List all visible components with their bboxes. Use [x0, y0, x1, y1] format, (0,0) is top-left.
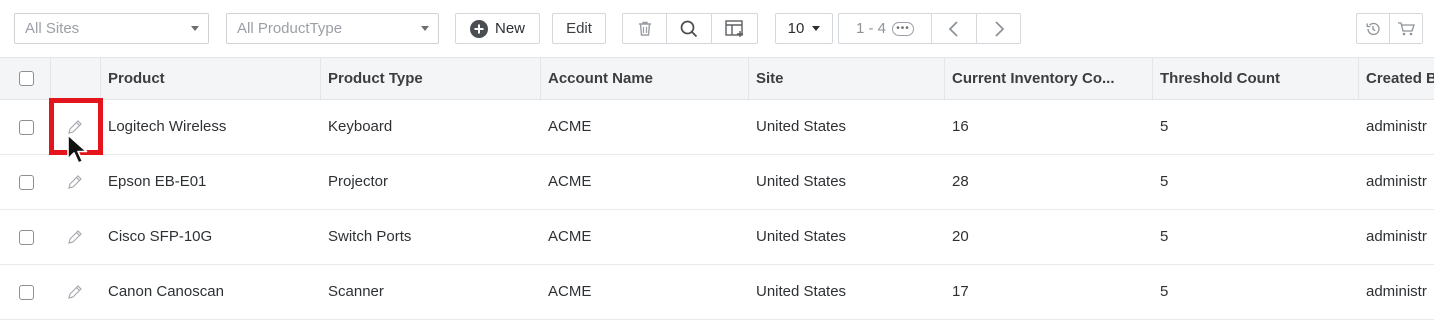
column-divider — [1152, 58, 1153, 99]
new-button-label: New — [494, 20, 525, 37]
cell-current-inventory-count: 20 — [952, 228, 969, 245]
cell-threshold-count: 5 — [1160, 283, 1169, 300]
product-type-select-value: All ProductType — [237, 20, 343, 37]
cell-product-type: Switch Ports — [328, 228, 412, 245]
cell-account-name: ACME — [548, 283, 592, 300]
chevron-down-icon — [421, 26, 429, 31]
cell-product-type: Scanner — [328, 283, 384, 300]
history-button[interactable] — [1357, 14, 1389, 43]
cell-product-type: Projector — [328, 173, 389, 190]
cell-product-type: Keyboard — [328, 118, 393, 135]
column-divider — [944, 58, 945, 99]
history-icon — [1365, 21, 1381, 37]
table-row[interactable]: Canon Canoscan Scanner ACME United State… — [0, 265, 1434, 320]
row-checkbox[interactable] — [19, 230, 34, 245]
table-header: Product Product Type Account Name Site C… — [0, 57, 1434, 100]
cell-current-inventory-count: 17 — [952, 283, 969, 300]
cell-product: Cisco SFP-10G — [108, 228, 213, 245]
column-header-product[interactable]: Product — [108, 58, 313, 99]
cell-current-inventory-count: 16 — [952, 118, 969, 135]
cell-current-inventory-count: 28 — [952, 173, 969, 190]
pencil-icon[interactable] — [66, 228, 84, 251]
cell-created-by: administr — [1366, 118, 1427, 135]
pencil-icon[interactable] — [66, 173, 84, 196]
column-header-site[interactable]: Site — [756, 58, 941, 99]
select-all-checkbox[interactable] — [19, 71, 34, 86]
row-checkbox[interactable] — [19, 120, 34, 135]
cell-created-by: administr — [1366, 173, 1427, 190]
cell-account-name: ACME — [548, 118, 592, 135]
pencil-icon[interactable] — [66, 283, 84, 306]
column-header-account-name[interactable]: Account Name — [548, 58, 743, 99]
table-row[interactable]: Cisco SFP-10G Switch Ports ACME United S… — [0, 210, 1434, 265]
cell-account-name: ACME — [548, 173, 592, 190]
caret-down-icon — [812, 26, 821, 31]
cell-threshold-count: 5 — [1160, 173, 1169, 190]
table-row[interactable]: Epson EB-E01 Projector ACME United State… — [0, 155, 1434, 210]
cell-threshold-count: 5 — [1160, 118, 1169, 135]
mouse-cursor-icon — [66, 134, 88, 171]
cell-created-by: administr — [1366, 228, 1427, 245]
column-divider — [50, 58, 51, 99]
utility-button-group — [1356, 13, 1423, 44]
cell-created-by: administr — [1366, 283, 1427, 300]
cell-site: United States — [756, 283, 847, 300]
chevron-right-icon — [992, 20, 1006, 38]
toolbar: All Sites All ProductType New Edit 10 1 … — [0, 0, 1434, 57]
pagination: 1 - 4 ••• — [838, 13, 1021, 44]
page-size-value: 10 — [787, 20, 805, 37]
sites-select-value: All Sites — [25, 20, 80, 37]
column-header-current-inventory-count[interactable]: Current Inventory Co... — [952, 58, 1148, 99]
chevron-left-icon — [947, 20, 961, 38]
product-type-select[interactable]: All ProductType — [226, 13, 439, 44]
search-icon — [680, 20, 698, 38]
more-icon: ••• — [892, 21, 914, 36]
cell-site: United States — [756, 173, 847, 190]
cell-product: Canon Canoscan — [108, 283, 224, 300]
next-page-button[interactable] — [976, 14, 1020, 43]
column-divider — [540, 58, 541, 99]
page-range[interactable]: 1 - 4 ••• — [839, 14, 931, 43]
table-row[interactable]: Logitech Wireless Keyboard ACME United S… — [0, 100, 1434, 155]
sites-select[interactable]: All Sites — [14, 13, 209, 44]
row-checkbox[interactable] — [19, 285, 34, 300]
cell-threshold-count: 5 — [1160, 228, 1169, 245]
column-header-created-by[interactable]: Created B — [1366, 58, 1434, 99]
columns-icon — [724, 19, 745, 38]
cart-icon — [1397, 21, 1415, 37]
prev-page-button[interactable] — [931, 14, 976, 43]
cell-account-name: ACME — [548, 228, 592, 245]
plus-circle-icon — [469, 19, 488, 38]
new-button[interactable]: New — [455, 13, 540, 44]
cell-product: Logitech Wireless — [108, 118, 227, 135]
delete-button[interactable] — [623, 14, 666, 43]
edit-button-label: Edit — [566, 20, 592, 37]
search-button[interactable] — [666, 14, 711, 43]
chevron-down-icon — [191, 26, 199, 31]
columns-button[interactable] — [711, 14, 757, 43]
row-checkbox[interactable] — [19, 175, 34, 190]
cell-product: Epson EB-E01 — [108, 173, 207, 190]
column-divider — [1358, 58, 1359, 99]
column-header-threshold-count[interactable]: Threshold Count — [1160, 58, 1355, 99]
trash-icon — [637, 20, 653, 37]
column-divider — [320, 58, 321, 99]
cart-button[interactable] — [1389, 14, 1422, 43]
action-button-group — [622, 13, 758, 44]
cell-site: United States — [756, 228, 847, 245]
page-size-select[interactable]: 10 — [775, 13, 833, 44]
cell-site: United States — [756, 118, 847, 135]
column-divider — [100, 58, 101, 99]
page-range-label: 1 - 4 — [855, 20, 886, 37]
column-header-product-type[interactable]: Product Type — [328, 58, 533, 99]
edit-button[interactable]: Edit — [552, 13, 606, 44]
column-divider — [748, 58, 749, 99]
